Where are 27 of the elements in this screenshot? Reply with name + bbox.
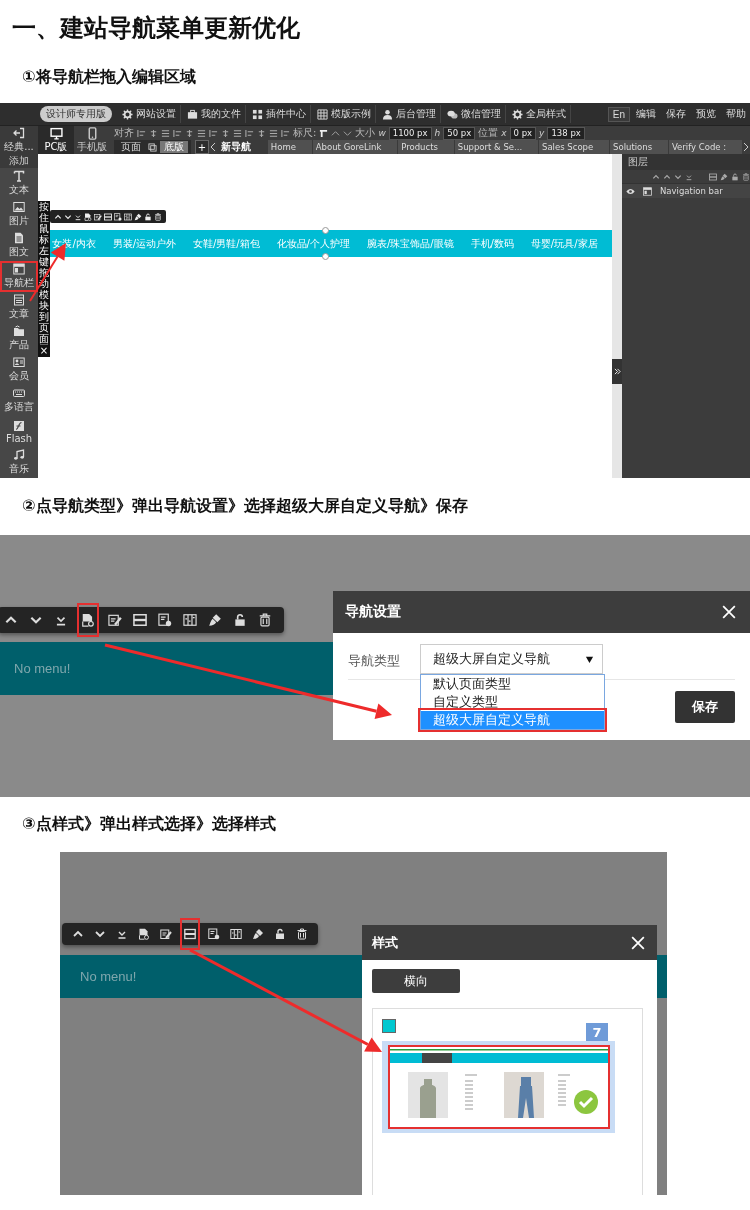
empty-menu-text: No menu! (80, 969, 137, 984)
nav-item: 腕表/珠宝饰品/眼镜 (366, 236, 454, 251)
axis-label: x (501, 128, 507, 138)
dialog-title: 样式 (372, 933, 398, 952)
axis-label: y (539, 128, 545, 138)
nav-item: 化妆品/个人护理 (276, 236, 350, 251)
align-label: 对齐 (114, 126, 134, 140)
dialog-title: 导航设置 (345, 603, 401, 621)
nav-item: 男装/运动户外 (112, 236, 177, 251)
step-caption: ③点样式》弹出样式选择》选择样式 (21, 813, 277, 835)
edition-badge: 设计师专用版 (40, 106, 112, 122)
section-header: 添加 (0, 154, 38, 168)
size-label: 大小 (355, 126, 376, 140)
panel-title: 图层 (622, 154, 750, 170)
nav-item: 手机/数码 (470, 236, 514, 251)
axis-label: w (378, 128, 386, 138)
nav-item: 女鞋/男鞋/箱包 (192, 236, 260, 251)
position-label: 位置 (478, 126, 499, 140)
axis-label: h (434, 128, 441, 138)
empty-menu-text: No menu! (14, 661, 71, 676)
step-caption: ②点导航类型》弹出导航设置》选择超级大屏自定义导航》保存 (21, 495, 469, 517)
ruler-label: 标尺: (293, 126, 317, 140)
step-caption: ①将导航栏拖入编辑区域 (21, 66, 197, 88)
style-number: 7 (586, 1023, 608, 1041)
page-heading: 一、建站导航菜单更新优化 (11, 13, 301, 44)
field-label: 导航类型 (348, 652, 400, 670)
nav-item: 母婴/玩具/家居 (530, 236, 598, 251)
